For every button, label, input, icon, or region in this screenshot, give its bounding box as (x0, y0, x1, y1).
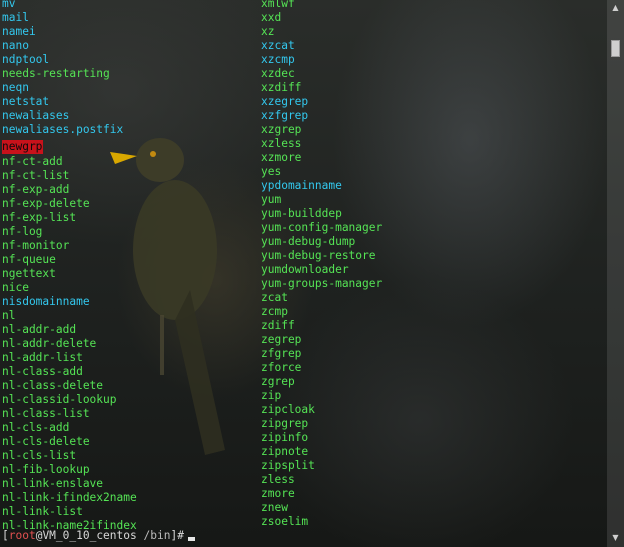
command-entry: zdiff (261, 319, 295, 332)
command-entry: nl-fib-lookup (2, 463, 90, 476)
command-entry: zless (261, 473, 295, 486)
command-entry: xzcmp (261, 53, 295, 66)
command-entry: ndptool (2, 53, 50, 66)
command-entry: nl-cls-delete (2, 435, 90, 448)
vertical-scrollbar[interactable]: ▲ ▼ (607, 0, 624, 547)
command-entry: nf-queue (2, 253, 56, 266)
command-entry: zipinfo (261, 431, 309, 444)
command-entry: yes (261, 165, 282, 178)
command-entry: yum-debug-dump (261, 235, 356, 248)
command-entry: xzmore (261, 151, 302, 164)
command-entry: nl-class-add (2, 365, 83, 378)
command-entry: zip (261, 389, 282, 402)
command-entry: ypdomainname (261, 179, 342, 192)
command-entry: xz (261, 25, 275, 38)
command-entry: zipgrep (261, 417, 309, 430)
command-entry: zfgrep (261, 347, 302, 360)
prompt-user: root (8, 529, 36, 542)
command-entry: nisdomainname (2, 295, 90, 308)
command-entry: nl-link-enslave (2, 477, 104, 490)
prompt-directory: /bin (143, 529, 171, 542)
command-entry: zipcloak (261, 403, 315, 416)
command-entry: mv (2, 0, 16, 10)
command-entry: ngettext (2, 267, 56, 280)
command-entry: nl-addr-add (2, 323, 77, 336)
command-entry: yum-groups-manager (261, 277, 383, 290)
command-entry: nl (2, 309, 16, 322)
command-entry: xzless (261, 137, 302, 150)
command-entry: namei (2, 25, 36, 38)
scroll-up-arrow-icon[interactable]: ▲ (610, 2, 621, 13)
command-entry: nl-link-list (2, 505, 83, 518)
command-entry: zegrep (261, 333, 302, 346)
command-entry: zipsplit (261, 459, 315, 472)
command-entry: zforce (261, 361, 302, 374)
command-entry: xzfgrep (261, 109, 309, 122)
command-entry: nf-monitor (2, 239, 70, 252)
command-entry: nl-cls-add (2, 421, 70, 434)
command-entry: xzdec (261, 67, 295, 80)
command-entry: nl-cls-list (2, 449, 77, 462)
terminal-window[interactable]: mv mail namei nano ndptool needs-restarting ne… (0, 0, 624, 547)
command-entry: nl-class-delete (2, 379, 104, 392)
command-entry: nice (2, 281, 29, 294)
command-entry: nl-link-ifindex2name (2, 491, 137, 504)
command-entry: yum-builddep (261, 207, 342, 220)
scroll-down-arrow-icon[interactable]: ▼ (610, 532, 621, 543)
command-entry: yum (261, 193, 282, 206)
command-entry: nl-addr-delete (2, 337, 97, 350)
command-entry-highlighted: newgrp (2, 140, 44, 154)
command-entry: xzdiff (261, 81, 302, 94)
command-entry: nl-class-list (2, 407, 90, 420)
command-entry: nf-log (2, 225, 43, 238)
command-entry: zsoelim (261, 515, 309, 528)
command-entry: nf-exp-add (2, 183, 70, 196)
command-entry: xmlwf (261, 0, 295, 10)
command-entry: xzegrep (261, 95, 309, 108)
command-entry: xzcat (261, 39, 295, 52)
command-entry: mail (2, 11, 29, 24)
shell-prompt[interactable]: [root@VM_0_10_centos /bin]# (2, 529, 195, 543)
command-entry: zipnote (261, 445, 309, 458)
command-entry: yum-config-manager (261, 221, 383, 234)
command-entry: nf-ct-list (2, 169, 70, 182)
command-entry: zgrep (261, 375, 295, 388)
command-entry: zcmp (261, 305, 288, 318)
command-entry: needs-restarting (2, 67, 110, 80)
command-entry: nf-ct-add (2, 155, 63, 168)
scrollbar-thumb[interactable] (611, 40, 620, 57)
prompt-close: ]# (170, 529, 184, 542)
command-entry: yumdownloader (261, 263, 349, 276)
command-list-left: mv mail namei nano ndptool needs-restarting ne… (2, 0, 137, 533)
command-entry: znew (261, 501, 288, 514)
prompt-host: @VM_0_10_centos (35, 529, 137, 542)
command-list-right: xmlwf xxd xz xzcat xzcmp xzdec xzdiff xzegrep xz… (261, 0, 382, 529)
text-cursor (187, 537, 195, 541)
command-entry: netstat (2, 95, 50, 108)
command-entry: xxd (261, 11, 282, 24)
command-entry: zmore (261, 487, 295, 500)
command-entry: neqn (2, 81, 29, 94)
command-entry: xzgrep (261, 123, 302, 136)
prompt-open-bracket: [ (2, 529, 9, 542)
command-entry: nano (2, 39, 29, 52)
command-entry: nf-exp-list (2, 211, 77, 224)
command-entry: newaliases (2, 109, 70, 122)
command-entry: newaliases.postfix (2, 123, 124, 136)
command-entry: yum-debug-restore (261, 249, 376, 262)
command-entry: nf-exp-delete (2, 197, 90, 210)
command-entry: nl-classid-lookup (2, 393, 117, 406)
command-entry: nl-addr-list (2, 351, 83, 364)
command-entry: zcat (261, 291, 288, 304)
